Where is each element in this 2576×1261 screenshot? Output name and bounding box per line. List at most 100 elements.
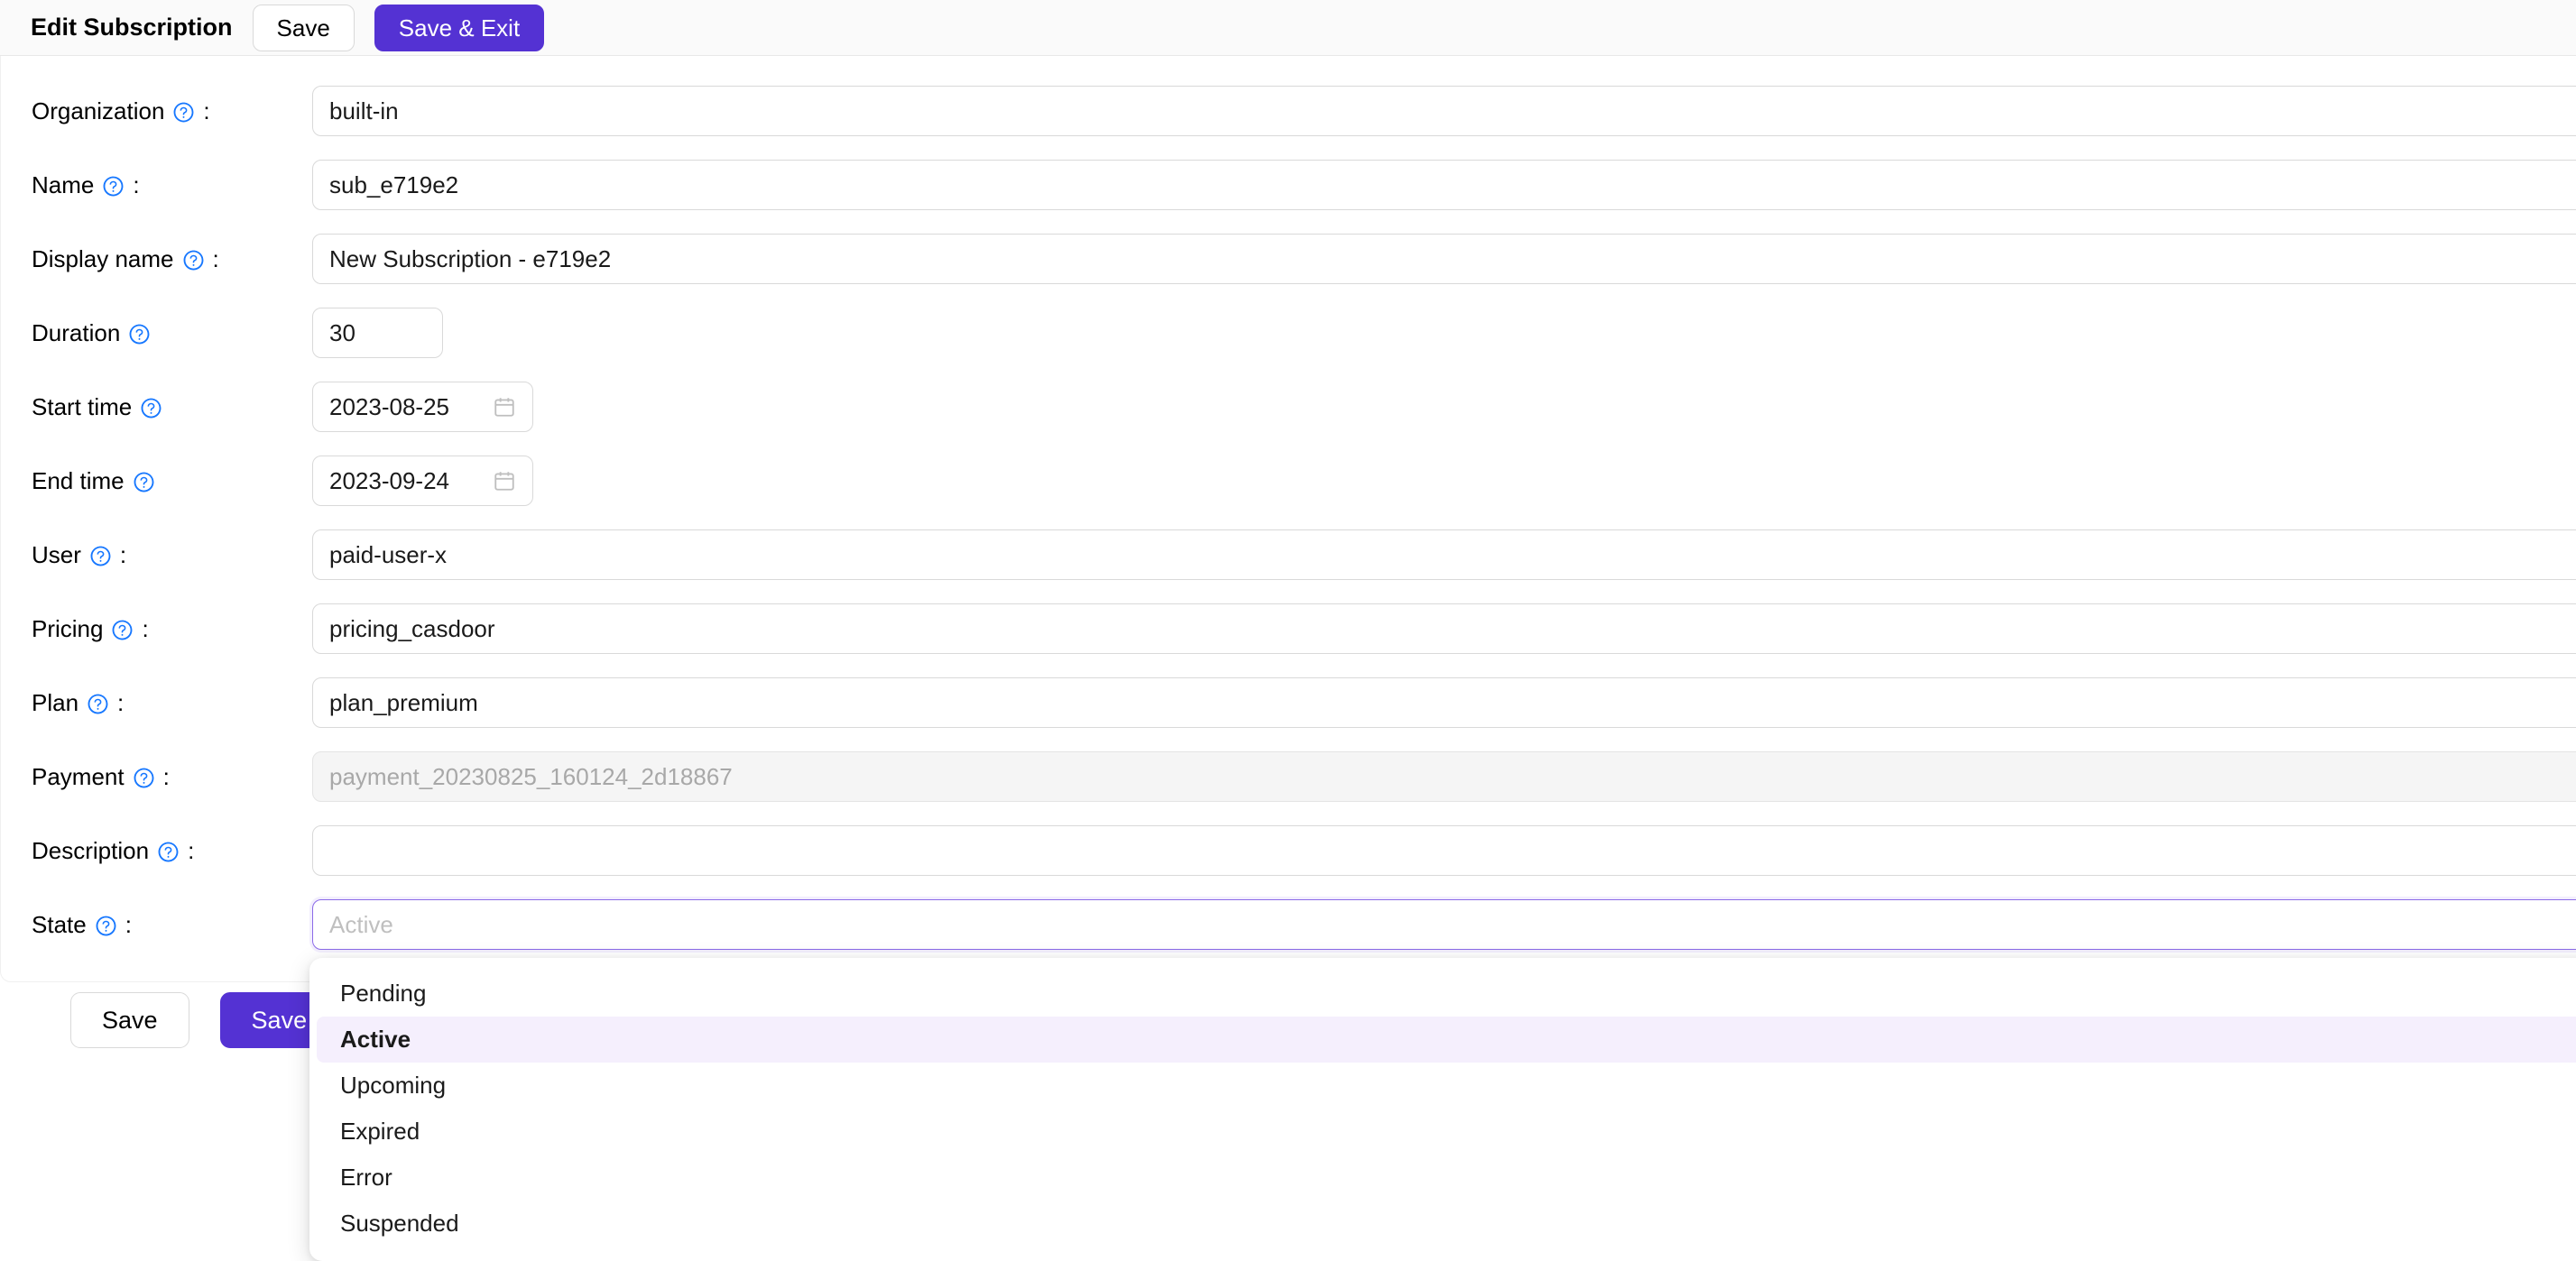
field-control-wrap: pricing_casdoor	[312, 603, 2576, 654]
label-text: Pricing	[32, 614, 104, 642]
question-circle-icon[interactable]	[182, 249, 205, 272]
page-toolbar: Edit Subscription Save Save & Exit	[0, 0, 2576, 56]
calendar-icon[interactable]	[493, 469, 516, 492]
question-circle-icon[interactable]	[95, 915, 117, 937]
label-text: Description	[32, 836, 150, 864]
field-control-wrap	[312, 825, 2576, 876]
input-value: pricing_casdoor	[329, 614, 495, 642]
form-row-plan: Plan: plan_premium	[1, 666, 2576, 740]
label-colon: :	[133, 170, 140, 198]
page-title: Edit Subscription	[31, 14, 233, 41]
input-value: payment_20230825_160124_2d18867	[329, 762, 733, 790]
label-text: Organization	[32, 97, 165, 124]
form-row-display-name: Display name: New Subscription - e719e2	[1, 222, 2576, 296]
input-value: built-in	[329, 97, 399, 124]
input-organization[interactable]: built-in	[312, 86, 2576, 136]
question-circle-icon[interactable]	[140, 397, 162, 419]
field-control-wrap: 2023-08-25	[312, 382, 2576, 432]
state-dropdown-menu[interactable]: Pending Active Upcoming Expired Error Suspend…	[309, 958, 2576, 1261]
input-value: 2023-08-25	[329, 392, 449, 420]
field-control-wrap: plan_premium	[312, 677, 2576, 728]
input-value: sub_e719e2	[329, 170, 459, 198]
question-circle-icon[interactable]	[172, 101, 195, 124]
label-text: End time	[32, 466, 125, 494]
input-pricing[interactable]: pricing_casdoor	[312, 603, 2576, 654]
input-plan[interactable]: plan_premium	[312, 677, 2576, 728]
label-colon: :	[117, 688, 125, 716]
question-circle-icon[interactable]	[157, 841, 180, 863]
input-value: paid-user-x	[329, 540, 448, 568]
field-control-wrap: 2023-09-24	[312, 456, 2576, 506]
dropdown-option-error[interactable]: Error	[317, 1155, 2576, 1201]
form-row-duration: Duration 30	[1, 296, 2576, 370]
input-name[interactable]: sub_e719e2	[312, 160, 2576, 210]
calendar-icon[interactable]	[493, 395, 516, 419]
field-control-wrap: built-in	[312, 86, 2576, 136]
field-control-wrap: Active	[312, 899, 2576, 950]
input-duration[interactable]: 30	[312, 308, 443, 358]
dropdown-option-active[interactable]: Active	[317, 1017, 2576, 1063]
dropdown-option-upcoming[interactable]: Upcoming	[317, 1063, 2576, 1109]
save-button-bottom[interactable]: Save	[70, 992, 189, 1048]
field-label-display-name: Display name:	[1, 245, 312, 273]
field-control-wrap: 30	[312, 308, 2576, 358]
label-colon: :	[125, 910, 132, 938]
form-row-end-time: End time 2023-09-24	[1, 444, 2576, 518]
form-row-payment: Payment: payment_20230825_160124_2d18867	[1, 740, 2576, 814]
label-text: Duration	[32, 318, 121, 346]
form-row-user: User: paid-user-x	[1, 518, 2576, 592]
field-label-pricing: Pricing:	[1, 615, 312, 643]
form-row-state: State: Active	[1, 888, 2576, 962]
label-text: State	[32, 910, 87, 938]
form-row-description: Description:	[1, 814, 2576, 888]
label-text: Plan	[32, 688, 79, 716]
question-circle-icon[interactable]	[87, 693, 109, 715]
question-circle-icon[interactable]	[89, 545, 112, 567]
label-colon: :	[142, 614, 149, 642]
question-circle-icon[interactable]	[128, 323, 151, 345]
field-control-wrap: sub_e719e2	[312, 160, 2576, 210]
field-label-duration: Duration	[1, 319, 312, 347]
label-text: Start time	[32, 392, 133, 420]
input-description[interactable]	[312, 825, 2576, 876]
label-colon: :	[162, 762, 170, 790]
label-text: Name	[32, 170, 95, 198]
input-value: 2023-09-24	[329, 466, 449, 494]
label-text: Display name	[32, 244, 174, 272]
input-display-name[interactable]: New Subscription - e719e2	[312, 234, 2576, 284]
question-circle-icon[interactable]	[133, 767, 155, 789]
field-label-organization: Organization:	[1, 97, 312, 125]
dropdown-option-suspended[interactable]: Suspended	[317, 1201, 2576, 1247]
field-control-wrap: payment_20230825_160124_2d18867	[312, 751, 2576, 802]
question-circle-icon[interactable]	[133, 471, 155, 493]
label-colon: :	[212, 244, 219, 272]
question-circle-icon[interactable]	[111, 619, 134, 641]
label-text: User	[32, 540, 81, 568]
dropdown-option-expired[interactable]: Expired	[317, 1109, 2576, 1155]
field-label-start-time: Start time	[1, 393, 312, 421]
question-circle-icon[interactable]	[102, 175, 125, 198]
field-control-wrap: paid-user-x	[312, 529, 2576, 580]
form-row-name: Name: sub_e719e2	[1, 148, 2576, 222]
field-label-user: User:	[1, 541, 312, 569]
input-value: Active	[329, 910, 393, 938]
form-row-pricing: Pricing: pricing_casdoor	[1, 592, 2576, 666]
input-value: plan_premium	[329, 688, 478, 716]
subscription-form-card: Organization: built-in Name: sub_e719e2 Disp…	[0, 56, 2576, 982]
input-user[interactable]: paid-user-x	[312, 529, 2576, 580]
save-button-top[interactable]: Save	[252, 4, 355, 51]
dropdown-option-pending[interactable]: Pending	[317, 971, 2576, 1017]
field-label-plan: Plan:	[1, 689, 312, 717]
input-value: 30	[329, 318, 355, 346]
input-end-time[interactable]: 2023-09-24	[312, 456, 533, 506]
input-start-time[interactable]: 2023-08-25	[312, 382, 533, 432]
label-colon: :	[188, 836, 195, 864]
form-row-start-time: Start time 2023-08-25	[1, 370, 2576, 444]
label-colon: :	[119, 540, 127, 568]
save-and-exit-button-top[interactable]: Save & Exit	[374, 4, 545, 51]
field-control-wrap: New Subscription - e719e2	[312, 234, 2576, 284]
form-row-organization: Organization: built-in	[1, 74, 2576, 148]
field-label-name: Name:	[1, 171, 312, 199]
input-state[interactable]: Active	[312, 899, 2576, 950]
input-payment: payment_20230825_160124_2d18867	[312, 751, 2576, 802]
